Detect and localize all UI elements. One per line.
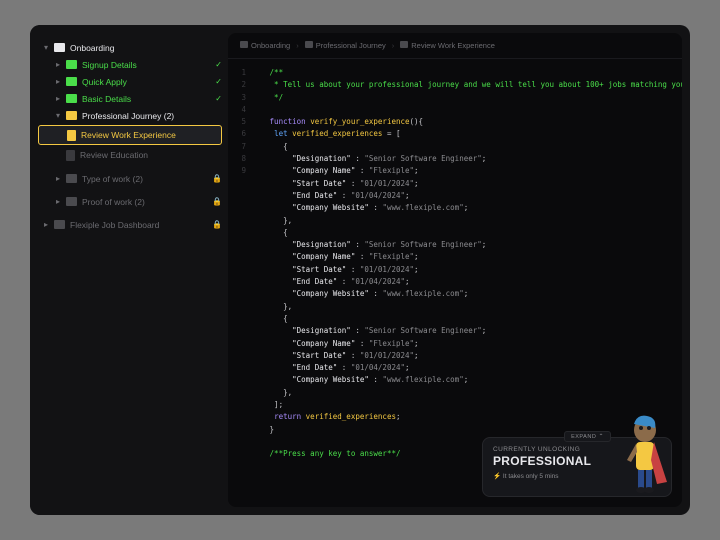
folder-icon <box>66 94 77 103</box>
folder-icon <box>240 41 248 48</box>
sidebar-file-label: Review Education <box>80 150 148 160</box>
sidebar: Onboarding Signup Details ✓ Quick Apply … <box>30 25 228 515</box>
folder-icon <box>66 77 77 86</box>
breadcrumb-item[interactable]: Professional Journey <box>305 41 386 50</box>
breadcrumb: Onboarding › Professional Journey › Revi… <box>228 33 682 59</box>
chevron-right-icon <box>56 60 66 69</box>
chevron-right-icon: › <box>296 41 299 50</box>
sidebar-item-proof-of-work[interactable]: Proof of work (2) 🔒 <box>38 193 228 210</box>
folder-icon <box>54 220 65 229</box>
file-icon <box>66 150 75 161</box>
chevron-right-icon <box>44 220 54 229</box>
chevron-right-icon: › <box>392 41 395 50</box>
expand-button[interactable]: EXPAND <box>564 431 611 442</box>
check-icon: ✓ <box>215 94 222 103</box>
sidebar-root-label: Onboarding <box>70 43 114 53</box>
lock-icon: 🔒 <box>212 174 222 183</box>
line-gutter: 1 2 3 4 5 6 7 8 9 <box>228 59 252 507</box>
sidebar-item-quick-apply[interactable]: Quick Apply ✓ <box>38 73 228 90</box>
check-icon: ✓ <box>215 60 222 69</box>
lock-icon: 🔒 <box>212 197 222 206</box>
chevron-right-icon <box>56 174 66 183</box>
sidebar-item-basic-details[interactable]: Basic Details ✓ <box>38 90 228 107</box>
folder-icon <box>66 111 77 120</box>
folder-icon <box>54 43 65 52</box>
unlock-card[interactable]: EXPAND CURRENTLY UNLOCKING PROFESSIONAL … <box>482 437 672 497</box>
folder-icon <box>305 41 313 48</box>
sidebar-item-label: Proof of work (2) <box>82 197 145 207</box>
sidebar-item-type-of-work[interactable]: Type of work (2) 🔒 <box>38 170 228 187</box>
folder-icon <box>66 197 77 206</box>
app-window: Onboarding Signup Details ✓ Quick Apply … <box>30 25 690 515</box>
chevron-down-icon <box>44 43 54 52</box>
mascot-icon <box>615 412 675 498</box>
sidebar-item-signup-details[interactable]: Signup Details ✓ <box>38 56 228 73</box>
chevron-right-icon <box>56 197 66 206</box>
sidebar-item-label: Quick Apply <box>82 77 127 87</box>
sidebar-root-onboarding[interactable]: Onboarding <box>38 39 228 56</box>
sidebar-item-label: Signup Details <box>82 60 137 70</box>
breadcrumb-item[interactable]: Review Work Experience <box>400 41 495 50</box>
check-icon: ✓ <box>215 77 222 86</box>
chevron-down-icon <box>56 111 66 120</box>
sidebar-item-label: Basic Details <box>82 94 131 104</box>
sidebar-item-label: Professional Journey (2) <box>82 111 174 121</box>
folder-icon <box>66 174 77 183</box>
sidebar-item-dashboard[interactable]: Flexiple Job Dashboard 🔒 <box>38 216 228 233</box>
sidebar-file-review-education[interactable]: Review Education <box>38 146 228 164</box>
lock-icon: 🔒 <box>212 220 222 229</box>
sidebar-item-label: Type of work (2) <box>82 174 143 184</box>
sidebar-file-review-work-experience[interactable]: Review Work Experience <box>38 125 222 145</box>
folder-icon <box>66 60 77 69</box>
sidebar-file-label: Review Work Experience <box>81 130 176 140</box>
sidebar-item-professional-journey[interactable]: Professional Journey (2) <box>38 107 228 124</box>
chevron-right-icon <box>56 77 66 86</box>
file-icon <box>67 130 76 141</box>
file-icon <box>400 41 408 48</box>
sidebar-item-label: Flexiple Job Dashboard <box>70 220 159 230</box>
breadcrumb-item[interactable]: Onboarding <box>240 41 290 50</box>
chevron-right-icon <box>56 94 66 103</box>
editor-panel: Onboarding › Professional Journey › Revi… <box>228 33 682 507</box>
